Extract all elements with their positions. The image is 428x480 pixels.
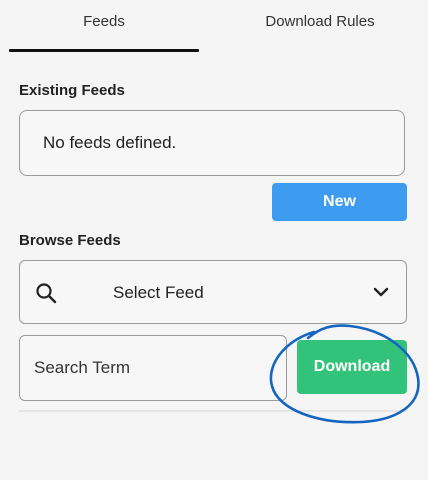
new-feed-button[interactable]: New <box>272 183 407 221</box>
feed-select[interactable]: Select Feed <box>19 260 407 324</box>
search-term-input[interactable] <box>19 335 287 401</box>
empty-feeds-message: No feeds defined. <box>43 133 177 152</box>
existing-feeds-heading: Existing Feeds <box>19 82 125 99</box>
browse-feeds-heading: Browse Feeds <box>19 232 121 249</box>
download-button[interactable]: Download <box>297 340 407 394</box>
existing-feeds-list: No feeds defined. <box>19 110 405 176</box>
tab-feeds[interactable]: Feeds <box>8 0 200 52</box>
active-tab-indicator <box>9 49 199 52</box>
feed-select-value: Select Feed <box>113 283 204 302</box>
tab-download-rules[interactable]: Download Rules <box>220 0 420 52</box>
divider <box>19 410 407 412</box>
chevron-down-icon <box>373 287 389 297</box>
tab-bar: Feeds Download Rules <box>0 0 428 60</box>
search-icon <box>36 283 57 304</box>
